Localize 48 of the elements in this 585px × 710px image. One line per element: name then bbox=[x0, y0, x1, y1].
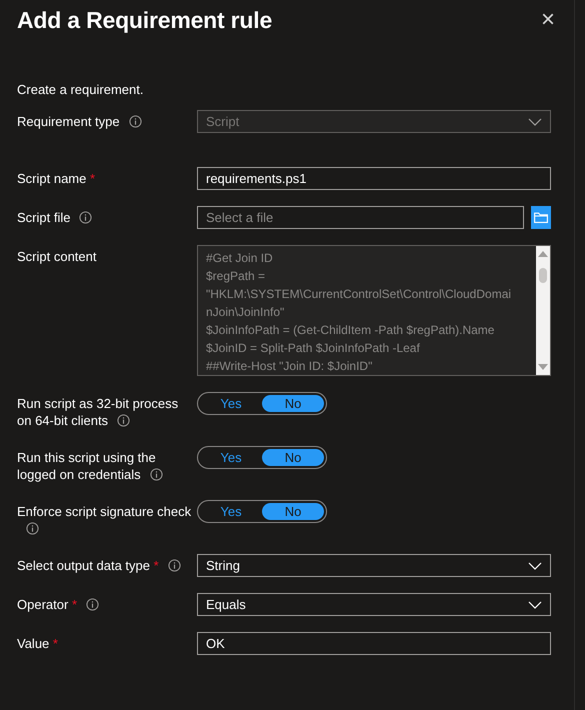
required-mark: * bbox=[154, 558, 159, 573]
browse-button[interactable] bbox=[530, 206, 551, 229]
info-icon[interactable] bbox=[26, 522, 39, 535]
code-line: $JoinID = Split-Path $JoinInfoPath -Leaf bbox=[206, 340, 421, 357]
field-label: Value * bbox=[17, 635, 59, 652]
field-label: Run script as 32-bit process on 64-bit clients bbox=[17, 395, 180, 429]
info-icon[interactable] bbox=[168, 559, 181, 572]
field-label: Operator * bbox=[17, 593, 193, 613]
file-field[interactable]: Select a file bbox=[197, 206, 524, 229]
chevron-icon bbox=[528, 562, 542, 570]
field-label: Select output data type * bbox=[17, 554, 193, 574]
toggle-option[interactable]: Yes bbox=[200, 503, 262, 520]
code-line: nJoin\JoinInfo" bbox=[206, 304, 286, 321]
code-line: "HKLM:\SYSTEM\CurrentControlSet\Control\CloudDomai bbox=[206, 286, 512, 303]
text-field[interactable]: OK bbox=[197, 632, 551, 655]
field-label: Requirement type bbox=[17, 110, 193, 130]
scroll-thumb[interactable] bbox=[536, 268, 550, 284]
code-line: ##Write-Host "Join ID: $JoinID" bbox=[206, 358, 374, 375]
toggle-option[interactable]: No bbox=[262, 449, 324, 466]
field-label: Script file bbox=[17, 206, 193, 226]
field-label: Enforce script signature check bbox=[17, 500, 193, 537]
close-button[interactable]: × bbox=[540, 8, 555, 32]
toggle-option[interactable]: No bbox=[262, 395, 324, 412]
toggle-option[interactable]: Yes bbox=[200, 395, 262, 412]
info-icon[interactable] bbox=[86, 598, 99, 611]
dropdown[interactable]: Equals bbox=[197, 593, 551, 616]
code-line: #Get Join ID bbox=[206, 250, 274, 267]
field-label: Script name * bbox=[17, 170, 96, 187]
info-icon[interactable] bbox=[79, 211, 92, 224]
required-mark: * bbox=[52, 636, 58, 651]
toggle-option[interactable]: No bbox=[262, 503, 324, 520]
text-field[interactable]: requirements.ps1 bbox=[197, 167, 551, 190]
intro-text: Create a requirement. bbox=[17, 82, 144, 97]
info-icon[interactable] bbox=[117, 414, 130, 427]
script-textarea[interactable] bbox=[197, 245, 551, 376]
field-label: Script content bbox=[17, 248, 98, 265]
info-icon[interactable] bbox=[150, 468, 163, 481]
required-mark: * bbox=[72, 597, 77, 612]
folder-icon bbox=[534, 212, 548, 223]
chevron-icon bbox=[528, 118, 542, 126]
code-line: $regPath = bbox=[206, 268, 266, 285]
required-mark: * bbox=[90, 171, 96, 186]
code-line: $JoinInfoPath = (Get-ChildItem -Path $regPath).Name bbox=[206, 322, 496, 339]
toggle-option[interactable]: Yes bbox=[200, 449, 262, 466]
dropdown[interactable]: String bbox=[197, 554, 551, 577]
chevron-icon bbox=[528, 600, 542, 608]
field-label: Run this script using the logged on credentials bbox=[17, 446, 193, 483]
panel-title: Add a Requirement rule bbox=[17, 6, 272, 34]
